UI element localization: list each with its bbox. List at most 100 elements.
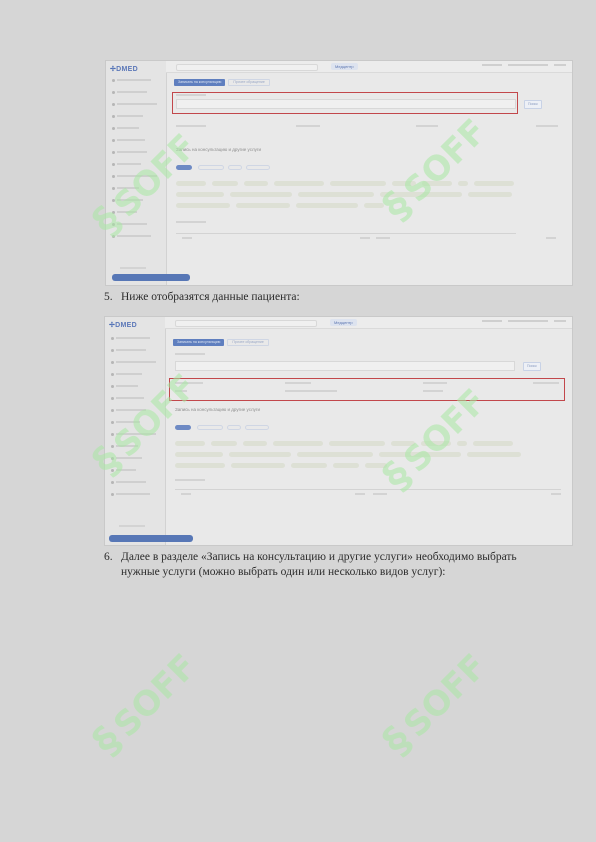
footer-badge[interactable] [109, 535, 193, 542]
sidebar-item[interactable] [111, 443, 138, 449]
service-chip[interactable] [329, 441, 385, 446]
hospital-selector[interactable]: Медцентр [331, 63, 358, 70]
service-chip[interactable] [296, 203, 358, 208]
sidebar-item[interactable] [111, 335, 150, 341]
sidebar-item[interactable] [112, 149, 147, 155]
sidebar: ✢DMED [106, 61, 167, 285]
service-chip[interactable] [274, 181, 324, 186]
sidebar-item[interactable] [112, 89, 147, 95]
service-chip[interactable] [380, 192, 462, 197]
service-chip[interactable] [229, 452, 291, 457]
watermark-6: § SOFF [374, 650, 495, 765]
service-chip[interactable] [244, 181, 268, 186]
service-chip[interactable] [175, 441, 205, 446]
service-chip[interactable] [473, 441, 513, 446]
user-menu[interactable] [482, 320, 566, 322]
sidebar-item[interactable] [112, 161, 141, 167]
service-chip[interactable] [297, 452, 373, 457]
service-chip[interactable] [236, 203, 290, 208]
sidebar-item[interactable] [112, 233, 151, 239]
sidebar-item[interactable] [111, 431, 156, 437]
sidebar-item[interactable] [111, 359, 156, 365]
service-chip[interactable] [457, 441, 467, 446]
sidebar-item[interactable] [112, 125, 139, 131]
service-chip[interactable] [298, 192, 374, 197]
search-input[interactable] [175, 320, 317, 327]
service-tab-active[interactable] [175, 425, 191, 430]
user-menu[interactable] [482, 64, 566, 66]
service-tab[interactable] [246, 165, 270, 170]
service-chip[interactable] [211, 441, 237, 446]
sidebar-item[interactable] [111, 479, 146, 485]
sidebar-item[interactable] [112, 173, 157, 179]
service-tab[interactable] [197, 425, 223, 430]
service-chip[interactable] [364, 203, 384, 208]
search-button[interactable]: Поиск [523, 362, 541, 371]
service-chip[interactable] [230, 192, 292, 197]
list-number: 5. [104, 291, 113, 303]
service-tab[interactable] [227, 425, 241, 430]
service-chip[interactable] [474, 181, 514, 186]
highlight-box [169, 378, 565, 401]
sidebar-item[interactable] [111, 419, 140, 425]
sidebar-item[interactable] [112, 113, 143, 119]
service-chip[interactable] [273, 441, 323, 446]
service-chip[interactable] [421, 441, 451, 446]
tab-bar: Записать на консультацию Прочее обращени… [174, 79, 270, 86]
sidebar-item[interactable] [111, 383, 138, 389]
sidebar-item[interactable] [111, 347, 146, 353]
service-chip[interactable] [212, 181, 238, 186]
top-bar: Медцентр [165, 317, 572, 329]
sidebar-item[interactable] [111, 371, 142, 377]
search-button[interactable]: Поиск [524, 100, 542, 109]
patient-search-field[interactable] [175, 361, 515, 371]
sidebar-item[interactable] [112, 137, 145, 143]
service-chip[interactable] [365, 463, 387, 468]
svg-text:SOFF: SOFF [396, 650, 495, 745]
service-chip[interactable] [175, 452, 223, 457]
service-chip[interactable] [176, 203, 230, 208]
sidebar-item[interactable] [112, 185, 139, 191]
service-chip[interactable] [243, 441, 267, 446]
service-chip[interactable] [458, 181, 468, 186]
service-chip[interactable] [392, 181, 416, 186]
service-tab[interactable] [245, 425, 269, 430]
app-logo: ✢DMED [109, 322, 137, 329]
sidebar-item[interactable] [111, 395, 144, 401]
instruction-text-line2: нужные услуги (можно выбрать один или не… [121, 566, 446, 578]
tab-consultation[interactable]: Записать на консультацию [174, 79, 226, 86]
tab-consultation[interactable]: Записать на консультацию [173, 339, 225, 346]
footer-badge[interactable] [112, 274, 190, 281]
service-chip[interactable] [176, 192, 224, 197]
sidebar-item[interactable] [111, 407, 146, 413]
service-chip[interactable] [330, 181, 386, 186]
service-chip[interactable] [175, 463, 225, 468]
search-input[interactable] [176, 64, 318, 71]
service-tab[interactable] [198, 165, 224, 170]
tab-other[interactable]: Прочее обращение [228, 79, 270, 86]
tab-other[interactable]: Прочее обращение [227, 339, 269, 346]
sidebar-item[interactable] [111, 491, 150, 497]
service-chip[interactable] [333, 463, 359, 468]
sidebar-item[interactable] [112, 221, 147, 227]
service-tab[interactable] [228, 165, 242, 170]
service-chip[interactable] [379, 452, 461, 457]
service-chip[interactable] [468, 192, 512, 197]
service-chip[interactable] [422, 181, 452, 186]
sidebar-item[interactable] [112, 209, 137, 215]
service-tab-active[interactable] [176, 165, 192, 170]
tab-bar: Записать на консультацию Прочее обращени… [173, 339, 269, 346]
service-chip[interactable] [391, 441, 415, 446]
sidebar-item[interactable] [112, 77, 151, 83]
service-chip[interactable] [176, 181, 206, 186]
service-chip[interactable] [231, 463, 285, 468]
svg-text:§: § [374, 718, 421, 765]
service-chip[interactable] [291, 463, 327, 468]
instruction-text: Ниже отобразятся данные пациента: [121, 291, 300, 303]
sidebar-item[interactable] [112, 197, 143, 203]
service-chip[interactable] [467, 452, 521, 457]
sidebar-item[interactable] [111, 467, 136, 473]
hospital-selector[interactable]: Медцентр [330, 319, 357, 326]
sidebar-item[interactable] [112, 101, 157, 107]
sidebar-item[interactable] [111, 455, 142, 461]
